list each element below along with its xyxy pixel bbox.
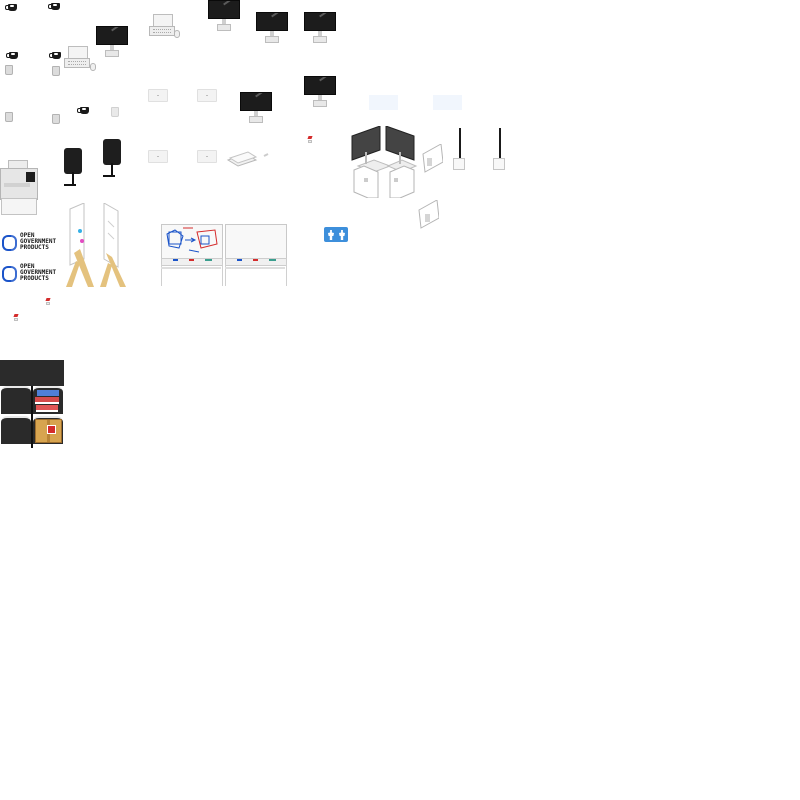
monitor-icon <box>240 92 272 124</box>
papers-icon <box>226 151 269 167</box>
cup-icon <box>5 112 13 122</box>
plant-icon <box>45 298 51 306</box>
tablet-icon <box>197 150 217 163</box>
cup-icon <box>5 65 13 75</box>
diagram-icon <box>166 227 218 253</box>
logo-text: OPEN GOVERNMENT PRODUCTS <box>20 232 57 251</box>
dual-monitor-desk <box>351 126 418 198</box>
mug-icon <box>49 52 61 59</box>
sprite-sheet: { "sheet": { "background": "#ffffff", "s… <box>0 0 800 800</box>
mouse-icon <box>174 30 180 38</box>
floor-tile <box>433 95 462 110</box>
open-government-products-logo: OPEN GOVERNMENT PRODUCTS <box>0 232 64 252</box>
open-government-products-logo: OPEN GOVERNMENT PRODUCTS <box>0 263 64 283</box>
monitor-icon <box>304 76 336 108</box>
chair-icon <box>63 148 83 194</box>
mug-icon <box>77 107 89 114</box>
standing-lamp-icon <box>493 128 507 172</box>
storage-shelf <box>0 360 64 448</box>
mug-icon <box>6 52 18 59</box>
pc-tower-icon <box>422 144 443 173</box>
laptop-icon <box>64 46 90 68</box>
restroom-sign-icon <box>324 227 348 242</box>
tablet-icon <box>148 150 168 163</box>
cup-icon <box>52 114 60 124</box>
printer-icon <box>0 160 38 215</box>
cup-icon <box>52 66 60 76</box>
logo-text: OPEN GOVERNMENT PRODUCTS <box>20 263 57 282</box>
mouse-icon <box>90 63 96 71</box>
box-icon <box>35 419 62 443</box>
standing-lamp-icon <box>453 128 467 172</box>
whiteboard-with-diagram <box>161 224 223 288</box>
tablet-icon <box>197 89 217 102</box>
floor-tile <box>369 95 398 110</box>
monitor-icon <box>304 12 336 44</box>
monitor-icon <box>96 26 128 58</box>
plant-icon <box>13 314 19 322</box>
books-icon <box>35 390 59 412</box>
whiteboard-easel-icon <box>66 203 94 287</box>
tablet-icon <box>148 89 168 102</box>
cup-icon <box>111 107 119 117</box>
whiteboard-easel-icon <box>100 203 126 287</box>
mug-icon <box>5 4 17 11</box>
laptop-icon <box>149 14 175 36</box>
pc-tower-icon <box>418 200 439 229</box>
mug-icon <box>48 3 60 10</box>
monitor-icon <box>256 12 288 44</box>
chair-icon <box>102 139 122 185</box>
plant-icon <box>307 136 313 144</box>
whiteboard-icon <box>225 224 287 288</box>
monitor-icon <box>208 0 240 32</box>
